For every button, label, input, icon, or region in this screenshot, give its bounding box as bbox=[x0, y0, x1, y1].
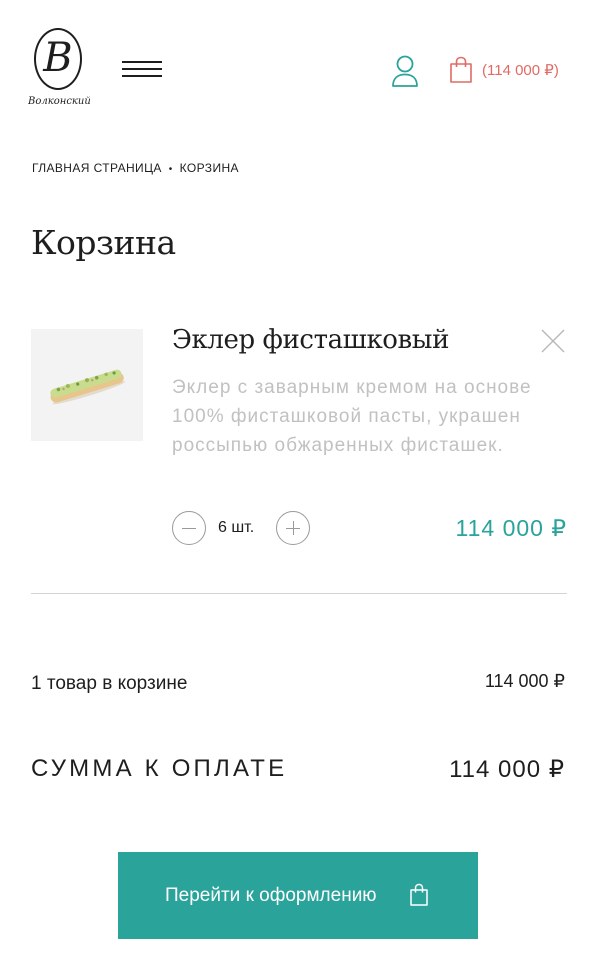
quantity-stepper: 6 шт. bbox=[172, 511, 332, 547]
breadcrumb: ГЛАВНАЯ СТРАНИЦА • КОРЗИНА bbox=[32, 161, 239, 175]
user-icon[interactable] bbox=[390, 54, 420, 88]
logo-wordmark: Волконский bbox=[28, 96, 91, 107]
cart-item: Эклер фисташковый Эклер с заварным кремо… bbox=[31, 325, 567, 555]
logo-monogram: B bbox=[43, 35, 73, 81]
header-cart-total: (114 000 ₽) bbox=[482, 62, 559, 79]
checkout-button[interactable]: Перейти к оформлению bbox=[118, 852, 478, 939]
menu-icon[interactable] bbox=[120, 58, 164, 80]
brand-logo[interactable]: B Волконский bbox=[28, 28, 94, 118]
product-name[interactable]: Эклер фисташковый bbox=[172, 325, 449, 355]
summary-item-count: 1 товар в корзине bbox=[31, 673, 188, 694]
site-header: B Волконский (114 000 ₽) bbox=[0, 0, 596, 120]
checkout-button-label: Перейти к оформлению bbox=[165, 885, 377, 906]
item-price: 114 000 ₽ bbox=[455, 515, 567, 541]
total-label: СУММА К ОПЛАТЕ bbox=[31, 755, 288, 782]
minus-icon[interactable] bbox=[172, 511, 206, 545]
product-image[interactable] bbox=[31, 329, 143, 441]
breadcrumb-separator: • bbox=[168, 164, 173, 175]
summary-subtotal: 114 000 ₽ bbox=[484, 671, 565, 691]
product-description: Эклер с заварным кремом на основе 100% ф… bbox=[172, 377, 532, 456]
page-title: Корзина bbox=[31, 223, 176, 262]
total-price: 114 000 ₽ bbox=[449, 756, 565, 783]
plus-icon[interactable] bbox=[276, 511, 310, 545]
breadcrumb-home-link[interactable]: ГЛАВНАЯ СТРАНИЦА bbox=[32, 161, 162, 175]
divider bbox=[31, 593, 567, 594]
quantity-value: 6 шт. bbox=[218, 519, 255, 536]
close-icon[interactable] bbox=[539, 327, 567, 355]
header-cart-button[interactable]: (114 000 ₽) bbox=[448, 54, 572, 88]
shopping-bag-icon bbox=[410, 883, 428, 906]
shopping-bag-icon bbox=[450, 56, 472, 83]
breadcrumb-current: КОРЗИНА bbox=[179, 161, 239, 175]
